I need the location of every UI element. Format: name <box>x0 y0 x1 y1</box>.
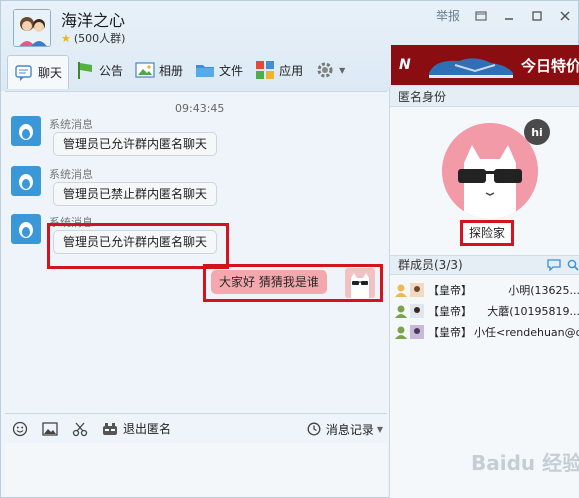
member-name: 小明(13625... <box>508 283 579 297</box>
quit-anonymous-button[interactable]: 退出匿名 <box>101 420 171 438</box>
group-toolbar: 聊天 公告 相册 文件 应用 ▼ <box>7 53 383 89</box>
qq-penguin-icon <box>11 214 41 244</box>
tab-files-label: 文件 <box>219 63 244 78</box>
group-name[interactable]: 海洋之心 <box>61 7 125 31</box>
qq-penguin-icon <box>11 166 41 196</box>
ad-text: 今日特价 <box>521 57 579 75</box>
star-icon: ★ <box>61 31 71 45</box>
window-header: 海洋之心 ★ (500人群) 举报 <box>1 1 579 51</box>
close-icon[interactable] <box>558 9 572 23</box>
anonymous-identity-title: 匿名身份 <box>390 87 579 107</box>
baidu-watermark: Baidu 经验 <box>471 451 579 475</box>
scissors-icon[interactable] <box>71 420 89 438</box>
my-anon-avatar[interactable] <box>345 268 375 298</box>
members-header-tools <box>547 258 579 276</box>
group-member-count: ★ (500人群) <box>61 30 125 46</box>
group-avatar[interactable] <box>13 9 51 47</box>
sneaker-image <box>429 58 513 78</box>
skin-icon[interactable] <box>474 9 488 23</box>
quit-anonymous-label: 退出匿名 <box>123 422 172 436</box>
chat-message-area[interactable]: 09:43:45 系统消息 管理员已允许群内匿名聊天 系统消息 管理员已禁止群内… <box>5 91 387 411</box>
apps-icon <box>255 60 275 80</box>
avatar <box>410 282 424 297</box>
chat-icon <box>14 63 34 83</box>
member-title: 【皇帝】 <box>428 304 472 318</box>
chat-bubble-icon[interactable] <box>547 258 561 276</box>
hi-badge: hi <box>524 119 550 145</box>
avatar <box>410 303 424 318</box>
admin-icon <box>394 304 408 318</box>
member-name: 大蘑(10195819... <box>487 304 579 318</box>
member-row[interactable]: 【皇帝】 小明(13625... <box>394 279 579 300</box>
tab-album[interactable]: 相册 <box>129 55 189 85</box>
member-row[interactable]: 【皇帝】 大蘑(10195819... <box>394 300 579 321</box>
maximize-icon[interactable] <box>530 9 544 23</box>
minimize-icon[interactable] <box>502 9 516 23</box>
qq-penguin-icon <box>11 116 41 146</box>
clock-icon <box>305 420 323 438</box>
tab-album-label: 相册 <box>159 63 184 78</box>
qq-group-chat-window: 海洋之心 ★ (500人群) 举报 聊天 公告 相册 文件 应用 ▼ N 今日特… <box>0 0 579 498</box>
highlight-box <box>47 223 229 269</box>
tab-chat[interactable]: 聊天 <box>7 55 70 89</box>
admin-icon <box>394 325 408 339</box>
message-timestamp: 09:43:45 <box>175 102 225 115</box>
member-name: 小任<rendehuan@q... <box>474 325 579 339</box>
folder-icon <box>195 60 215 80</box>
anonymous-nickname[interactable]: 探险家 <box>460 220 515 246</box>
tab-chat-label: 聊天 <box>38 66 63 80</box>
ad-logo: N <box>399 57 411 73</box>
owner-icon <box>394 283 408 297</box>
message-bubble: 管理员已允许群内匿名聊天 <box>53 132 218 156</box>
member-title: 【皇帝】 <box>428 283 472 297</box>
message-history-button[interactable]: 消息记录 ▼ <box>305 420 383 438</box>
my-message-bubble: 大家好 猜猜我是谁 <box>211 270 327 294</box>
album-icon <box>135 60 155 80</box>
gear-icon <box>315 60 335 80</box>
image-icon[interactable] <box>41 420 59 438</box>
avatar <box>410 324 424 339</box>
group-member-list: 【皇帝】 小明(13625... 【皇帝】 大蘑(10195819... 【皇帝… <box>394 279 579 342</box>
settings-menu-button[interactable]: ▼ <box>309 55 351 85</box>
member-title: 【皇帝】 <box>428 325 472 339</box>
member-count-text: (500人群) <box>73 32 126 45</box>
message-sender: 系统消息 <box>49 118 93 131</box>
group-members-count: 群成员(3/3) <box>398 258 463 272</box>
chevron-down-icon: ▼ <box>376 424 383 434</box>
anonymous-mask-icon <box>101 420 119 438</box>
input-toolbar: 退出匿名 消息记录 ▼ <box>5 413 387 443</box>
tab-apps-label: 应用 <box>279 63 304 78</box>
announcement-icon <box>75 60 95 80</box>
right-sidebar: 匿名身份 hi 探险家 群成员(3/3) 【皇帝】 小明(13625... 【皇… <box>389 87 579 498</box>
search-icon[interactable] <box>567 258 579 276</box>
message-input[interactable] <box>5 443 387 497</box>
tab-announcement[interactable]: 公告 <box>69 55 129 85</box>
anonymous-avatar[interactable] <box>442 123 538 219</box>
message-history-label: 消息记录 <box>325 422 374 437</box>
group-members-header: 群成员(3/3) <box>390 255 579 275</box>
report-link[interactable]: 举报 <box>436 7 460 24</box>
message-sender: 系统消息 <box>49 168 93 181</box>
tab-files[interactable]: 文件 <box>189 55 249 85</box>
tab-apps[interactable]: 应用 <box>249 55 309 85</box>
message-bubble: 管理员已禁止群内匿名聊天 <box>53 182 218 206</box>
ad-banner[interactable]: N 今日特价 <box>391 45 579 85</box>
chevron-down-icon: ▼ <box>339 65 346 75</box>
emoji-icon[interactable] <box>11 420 29 438</box>
member-row[interactable]: 【皇帝】 小任<rendehuan@q... <box>394 321 579 342</box>
tab-announcement-label: 公告 <box>99 63 124 78</box>
window-controls: 举报 <box>436 7 572 24</box>
